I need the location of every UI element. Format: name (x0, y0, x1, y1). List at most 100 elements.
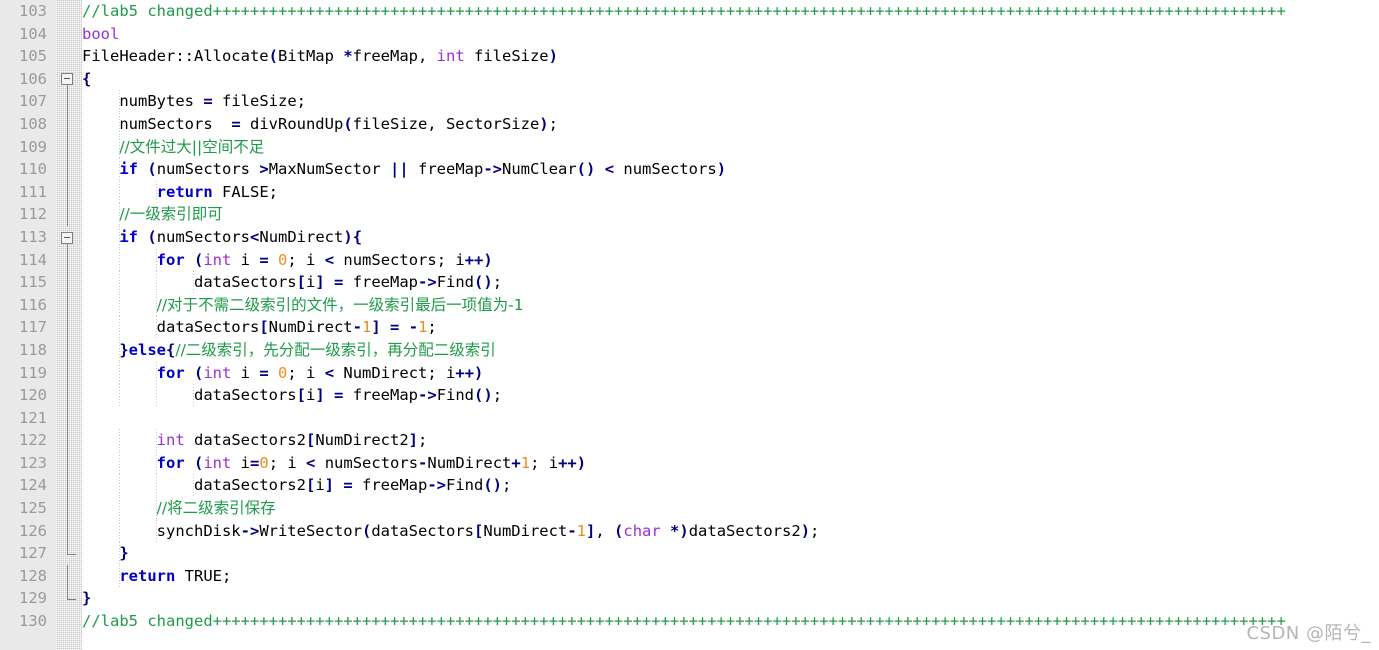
code-token-punct: ( (343, 114, 353, 133)
code-token-number: 1 (520, 453, 531, 472)
code-line[interactable]: if (numSectors<NumDirect){ (82, 225, 1379, 249)
fold-margin-cell (56, 452, 82, 475)
code-token-op: + (511, 453, 521, 472)
indent-guide (118, 180, 120, 204)
code-token-punct: ) (343, 227, 353, 246)
indent-guide (193, 271, 195, 294)
code-token-type: int (203, 250, 232, 269)
code-line[interactable]: //lab5 changed++++++++++++++++++++++++++… (82, 610, 1379, 633)
fold-guide-line (66, 90, 68, 113)
code-line[interactable]: dataSectors[i] = freeMap->Find(); (82, 271, 1379, 294)
code-editor[interactable]: 103 104 105 106 107 108 109 110 111 112 113 114 115 1… (0, 0, 1379, 650)
code-line[interactable]: for (int i = 0; i < numSectors; i++) (82, 248, 1379, 272)
code-token-comment: //lab5 changed++++++++++++++++++++++++++… (82, 2, 1286, 20)
fold-end-marker (66, 553, 76, 555)
fold-margin-cell (56, 339, 82, 362)
code-line[interactable]: if (numSectors >MaxNumSector || freeMap-… (82, 158, 1379, 181)
fold-guide-line (66, 361, 68, 385)
fold-end-marker (66, 598, 76, 600)
fold-guide-line (66, 203, 68, 226)
line-number-gutter[interactable]: 103 104 105 106 107 108 109 110 111 112 113 114 115 1… (0, 0, 56, 650)
code-token-plain: i (231, 363, 260, 382)
code-token-number: 1 (418, 318, 428, 337)
code-token-punct: ) (474, 363, 484, 382)
code-token-plain: NumDirect (259, 227, 344, 246)
fold-margin-cell[interactable] (56, 68, 82, 91)
code-line[interactable]: bool (82, 23, 1379, 46)
code-token-plain: NumDirect (483, 521, 568, 540)
fold-guide-line (66, 497, 68, 520)
code-line[interactable]: for (int i=0; i < numSectors-NumDirect+1… (82, 451, 1379, 475)
code-line[interactable]: numBytes = fileSize; (82, 90, 1379, 113)
code-token-plain: Find (436, 273, 475, 292)
code-token-punct: ) (539, 114, 549, 133)
code-token-plain: ; i (287, 250, 325, 269)
code-token-plain: i (231, 250, 260, 269)
indent-guide (118, 519, 120, 543)
line-number: 112 (19, 205, 47, 224)
indent-guide (118, 361, 120, 385)
code-token-plain: MaxNumSector (268, 160, 391, 179)
code-line[interactable]: //文件过大||空间不足 (82, 135, 1379, 159)
indent-guide (156, 497, 158, 520)
code-line[interactable]: { (82, 68, 1379, 91)
code-line[interactable]: } (82, 542, 1379, 565)
fold-margin-cell (56, 135, 82, 159)
code-token-plain: TRUE; (175, 566, 232, 585)
code-line[interactable]: dataSectors[i] = freeMap->Find(); (82, 384, 1379, 407)
fold-margin-cell (56, 293, 82, 317)
code-token-plain: Find (436, 386, 475, 405)
code-line[interactable]: //lab5 changed++++++++++++++++++++++++++… (82, 0, 1379, 23)
line-number: 110 (19, 160, 47, 179)
code-line[interactable]: dataSectors2[i] = freeMap->Find(); (82, 474, 1379, 498)
code-line[interactable]: //将二级索引保存 (82, 497, 1379, 520)
fold-margin-cell[interactable] (56, 226, 82, 249)
code-folding-margin[interactable] (56, 0, 82, 650)
code-line[interactable]: } (82, 587, 1379, 610)
code-line[interactable]: FileHeader::Allocate(BitMap *freeMap, in… (82, 45, 1379, 68)
fold-margin-cell (56, 316, 82, 339)
code-token-op: < (324, 363, 335, 382)
code-line[interactable]: return TRUE; (82, 564, 1379, 588)
fold-margin-cell (56, 497, 82, 520)
fold-guide-line (66, 406, 68, 430)
code-token-punct: *) (670, 521, 689, 540)
code-token-punct: ] (315, 386, 325, 405)
code-token-plain: NumClear (502, 160, 577, 179)
code-token-keyword: for (156, 363, 185, 382)
code-token-punct: ( (614, 521, 624, 540)
code-line[interactable]: //一级索引即可 (82, 203, 1379, 226)
code-token-op: = (231, 114, 241, 133)
indent-guide (156, 474, 158, 498)
fold-guide-line (66, 452, 68, 475)
indent-guide (118, 474, 120, 498)
code-token-plain: numSectors (614, 160, 717, 179)
code-token-plain: freeMap (343, 273, 419, 292)
fold-collapse-icon[interactable] (61, 73, 73, 86)
code-token-plain: BitMap (277, 47, 344, 66)
code-token-punct: [ (259, 318, 269, 337)
code-token-punct: ) (716, 160, 727, 179)
code-token-plain: numSectors (156, 227, 251, 246)
code-line[interactable]: synchDisk->WriteSector(dataSectors[NumDi… (82, 519, 1379, 543)
code-line[interactable]: dataSectors[NumDirect-1] = -1; (82, 316, 1379, 339)
code-token-op: = (203, 92, 213, 111)
code-token-type: int (203, 453, 232, 472)
code-token-plain: ; (810, 521, 820, 540)
fold-collapse-icon[interactable] (61, 231, 73, 244)
code-token-plain: numSectors (315, 453, 419, 472)
code-text-area[interactable]: //lab5 changed++++++++++++++++++++++++++… (82, 0, 1379, 650)
code-line[interactable]: return FALSE; (82, 180, 1379, 204)
code-line[interactable]: //对于不需二级索引的文件，一级索引最后一项值为-1 (82, 293, 1379, 317)
code-token-plain: dataSectors2 (688, 521, 801, 540)
code-line[interactable]: }else{//二级索引，先分配一级索引，再分配二级索引 (82, 338, 1379, 362)
code-line[interactable]: for (int i = 0; i < NumDirect; i++) (82, 361, 1379, 385)
code-token-plain: dataSectors (82, 318, 260, 337)
code-line[interactable]: int dataSectors2[NumDirect2]; (82, 429, 1379, 452)
code-token-plain: NumDirect2 (315, 431, 409, 450)
code-line[interactable]: numSectors = divRoundUp(fileSize, Sector… (82, 112, 1379, 136)
code-line[interactable] (82, 407, 1379, 430)
code-token-keyword: for (156, 250, 185, 269)
